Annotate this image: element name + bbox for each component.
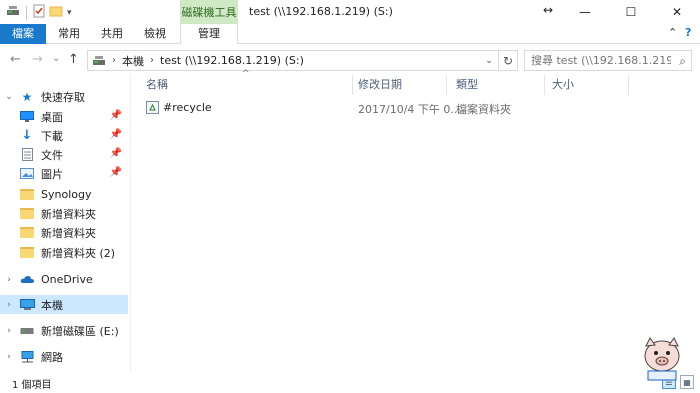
expand-chevron-icon[interactable]: › [3,275,15,285]
nav-this-pc[interactable]: › 本機 [0,295,128,314]
nav-item-downloads[interactable]: ↓ 下載 📌 [0,126,128,145]
pig-mascot-watermark [636,336,688,382]
tab-file[interactable]: 檔案 [0,24,46,44]
nav-quick-access[interactable]: ⌄ ★ 快速存取 [0,87,128,106]
nav-item-new-folder-2[interactable]: 新增資料夾 (2) [0,243,128,262]
quick-access-toolbar: ▾ [6,4,72,21]
column-header-name[interactable]: 名稱 [146,75,168,95]
document-icon [19,148,35,162]
address-dropdown-icon[interactable]: ⌄ [480,51,498,70]
navigation-pane: ⌄ ★ 快速存取 桌面 📌 ↓ 下載 📌 文件 📌 圖片 📌 Synology … [0,80,130,370]
pin-icon: 📌 [109,167,122,178]
folder-icon [19,226,35,240]
column-divider[interactable] [544,75,545,95]
nav-item-new-folder[interactable]: 新增資料夾 [0,223,128,242]
folder-icon [19,207,35,221]
nav-item-documents[interactable]: 文件 📌 [0,145,128,164]
download-icon: ↓ [21,128,33,143]
maximize-button[interactable]: ☐ [608,0,654,24]
picture-icon [19,167,35,181]
expand-chevron-icon[interactable]: › [3,300,15,310]
expand-chevron-icon[interactable]: › [3,352,15,362]
folder-icon [19,188,35,202]
pin-icon: 📌 [109,129,122,140]
desktop-icon [19,110,35,124]
ribbon-tabs: 檔案 常用 共用 檢視 管理 ⌃ ? [0,24,700,44]
item-count: 1 個項目 [12,380,52,391]
breadcrumb-this-pc[interactable]: 本機 [122,53,144,69]
sort-ascending-icon: ^ [242,69,250,79]
window-title: test (\\192.168.1.219) (S:) [249,5,393,18]
nav-item-desktop[interactable]: 桌面 📌 [0,107,128,126]
breadcrumb-chevron-icon[interactable]: › [150,55,154,66]
close-button[interactable]: ✕ [654,0,700,24]
tab-manage[interactable]: 管理 [180,24,238,44]
tab-view[interactable]: 檢視 [136,24,174,44]
nav-network[interactable]: › 網路 [0,347,128,366]
breadcrumb-chevron-icon[interactable]: › [112,55,116,66]
address-row: ← → ⌄ ↑ › 本機 › test (\\192.168.1.219) (S… [0,45,700,75]
nav-onedrive[interactable]: › OneDrive [0,270,128,289]
new-folder-icon[interactable] [49,5,63,20]
ribbon-collapse-icon[interactable]: ⌃ [668,26,677,39]
breadcrumb-drive[interactable]: test (\\192.168.1.219) (S:) [160,54,304,67]
column-header-type[interactable]: 類型 [456,75,478,95]
expand-chevron-icon[interactable]: › [3,326,15,336]
status-bar: 1 個項目 ☰ ▦ [0,372,700,393]
properties-icon[interactable] [33,4,45,21]
nav-item-new-folder[interactable]: 新增資料夾 [0,204,128,223]
computer-icon [19,298,35,312]
nav-item-pictures[interactable]: 圖片 📌 [0,164,128,183]
recent-locations-button[interactable]: ⌄ [52,53,60,64]
expand-chevron-icon[interactable]: ⌄ [3,92,15,102]
address-bar[interactable]: › 本機 › test (\\192.168.1.219) (S:) ⌄ [87,50,499,71]
drive-icon [19,324,35,338]
drive-app-icon[interactable] [6,5,20,20]
table-row[interactable]: #recycle 2017/10/4 下午 0... 檔案資料夾 [140,98,580,117]
forward-button[interactable]: → [32,52,43,67]
folder-icon [19,246,35,260]
network-icon [19,350,35,364]
help-icon[interactable]: ? [685,26,691,39]
recycle-folder-icon [146,101,159,117]
drive-icon [92,55,106,67]
star-icon: ★ [21,89,33,104]
context-tab-group-label: 磁碟機工具 [180,0,238,24]
search-input[interactable] [531,54,671,67]
column-divider[interactable] [446,75,447,95]
tab-share[interactable]: 共用 [93,24,131,44]
column-header-size[interactable]: 大小 [552,75,574,95]
file-modified: 2017/10/4 下午 0... [358,103,461,116]
title-bar: ▾ 磁碟機工具 test (\\192.168.1.219) (S:) ↔ — … [0,0,700,24]
search-box[interactable]: ⌕ [524,50,692,71]
file-name: #recycle [163,101,212,114]
file-list: ^ 名稱 修改日期 類型 大小 #recycle 2017/10/4 下午 0.… [140,69,700,372]
refresh-button[interactable]: ↻ [499,50,518,71]
minimize-button[interactable]: — [562,0,608,24]
column-divider[interactable] [628,75,629,95]
customize-toolbar-icon[interactable]: ▾ [67,8,72,18]
column-header-modified[interactable]: 修改日期 [358,75,402,95]
resize-icon: ↔ [543,3,554,17]
search-icon: ⌕ [679,54,686,68]
file-type: 檔案資料夾 [456,103,511,116]
pane-divider[interactable] [130,75,131,372]
column-divider[interactable] [352,75,353,95]
nav-item-synology[interactable]: Synology [0,185,128,204]
pin-icon: 📌 [109,110,122,121]
pin-icon: 📌 [109,148,122,159]
back-button[interactable]: ← [10,52,21,67]
up-button[interactable]: ↑ [68,52,79,67]
cloud-icon [19,273,35,287]
tab-home[interactable]: 常用 [50,24,88,44]
nav-drive-e[interactable]: › 新增磁碟區 (E:) [0,321,128,340]
